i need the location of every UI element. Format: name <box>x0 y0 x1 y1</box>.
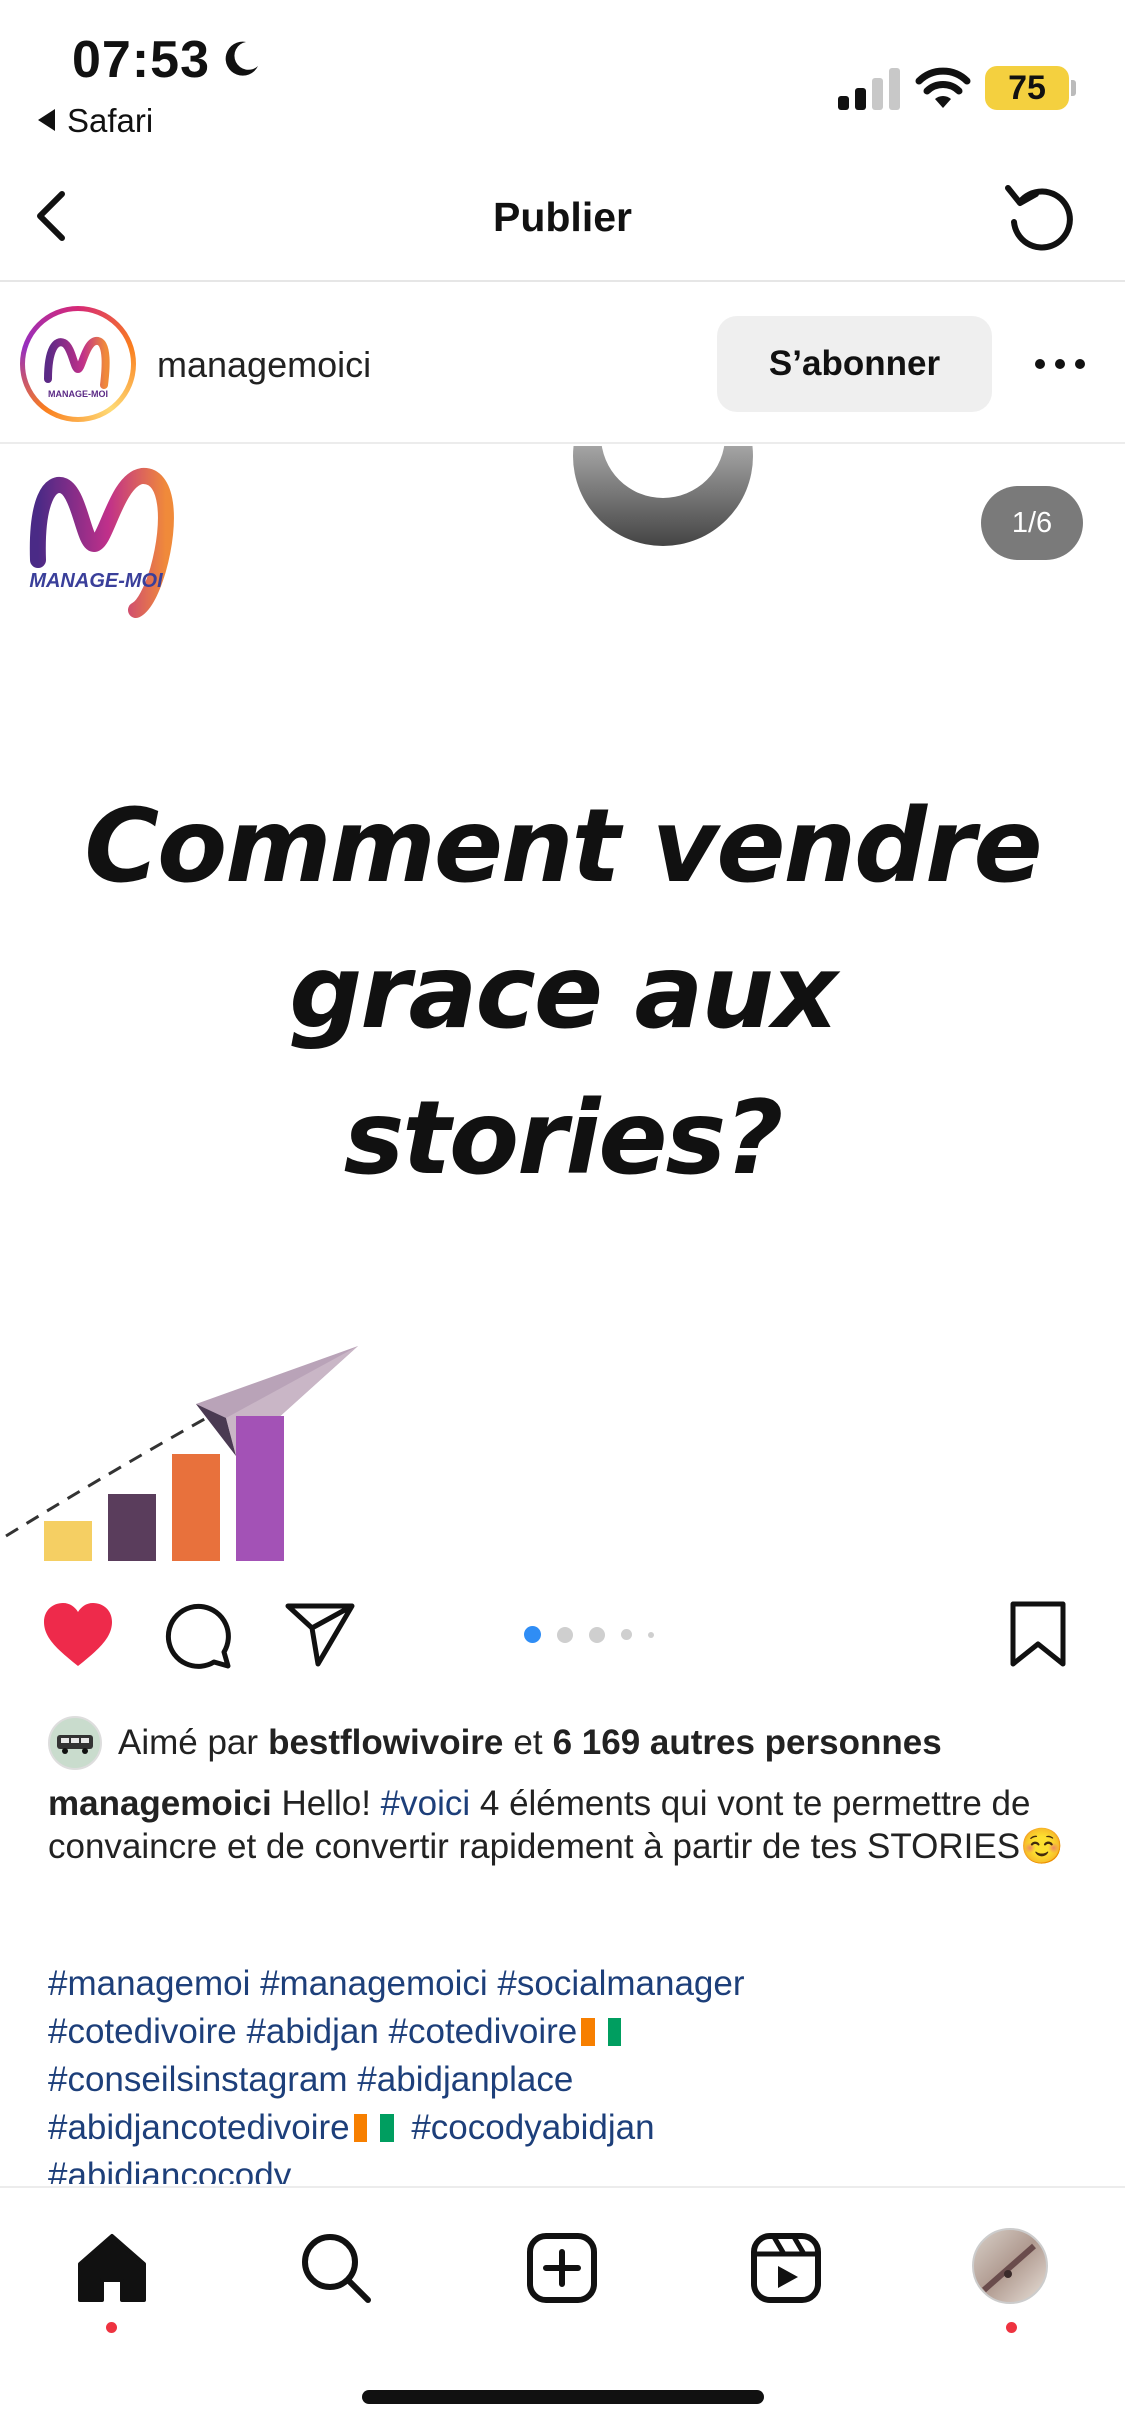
page-title: Publier <box>493 194 632 240</box>
cellular-signal-icon <box>838 68 900 110</box>
likes-summary[interactable]: Aimé par bestflowivoire et 6 169 autres … <box>48 1716 952 1770</box>
home-notification-dot <box>106 2322 117 2333</box>
post-caption: managemoici Hello! #voici 4 éléments qui… <box>48 1782 1088 1868</box>
caption-greeting: Hello! <box>281 1784 371 1823</box>
home-indicator <box>362 2390 764 2404</box>
post-headline: Comment vendre grace aux stories? <box>0 774 1125 1212</box>
ivory-coast-flag-icon <box>353 2107 394 2142</box>
ivory-coast-flag-icon <box>581 2011 622 2046</box>
hashtag-line[interactable]: #managemoi #managemoici #socialmanager <box>48 1960 1088 2008</box>
likes-prefix: Aimé par <box>118 1723 259 1762</box>
likes-joiner: et <box>513 1723 543 1762</box>
post-image[interactable]: MANAGE-MOI 1/6 Comment vendre grace aux … <box>0 446 1125 1571</box>
decorative-ring <box>573 446 753 546</box>
profile-notification-dot <box>1006 2322 1017 2333</box>
home-icon[interactable] <box>72 2228 152 2308</box>
back-triangle-icon <box>38 109 55 131</box>
logo-text: MANAGE-MOI <box>48 389 108 399</box>
back-app-label: Safari <box>67 102 154 139</box>
battery-tip <box>1071 80 1076 96</box>
carousel-dot <box>648 1631 654 1638</box>
hashtags-block: #managemoi #managemoici #socialmanager #… <box>48 1960 1088 2184</box>
moon-icon <box>225 41 258 76</box>
refresh-icon[interactable] <box>1000 176 1080 256</box>
nav-header: Publier <box>0 150 1125 282</box>
status-bar: 07:53 Safari 75 <box>0 0 1125 150</box>
brand-logo-text: MANAGE-MOI <box>29 570 163 592</box>
hashtag-line[interactable]: #abidjancotedivoire #cocodyabidjan <box>48 2104 1088 2152</box>
wifi-icon <box>915 67 971 108</box>
hashtag-line[interactable]: #abidjancocody <box>48 2152 1088 2184</box>
hashtag-line[interactable]: #cotedivoire #abidjan #cotedivoire <box>48 2008 1088 2056</box>
carousel-dot <box>524 1626 541 1643</box>
caption-author[interactable]: managemoici <box>48 1784 272 1823</box>
headline-line: grace aux <box>289 933 838 1052</box>
hashtag-line[interactable]: #conseilsinstagram #abidjanplace <box>48 2056 1088 2104</box>
carousel-dot <box>557 1626 573 1643</box>
carousel-counter: 1/6 <box>981 486 1083 560</box>
brand-logo-large-icon: MANAGE-MOI <box>29 468 174 618</box>
headline-line: Comment vendre <box>84 787 1042 906</box>
clock: 07:53 <box>72 31 210 89</box>
hashtag-text[interactable]: #abidjancotedivoire <box>48 2108 350 2147</box>
comment-icon[interactable] <box>162 1600 234 1672</box>
profile-avatar[interactable] <box>972 2228 1048 2304</box>
author-username[interactable]: managemoici <box>157 344 371 386</box>
likes-others-count[interactable]: 6 169 autres personnes <box>553 1723 942 1763</box>
hashtag-text[interactable]: #cocodyabidjan <box>411 2108 654 2147</box>
reels-icon[interactable] <box>746 2228 826 2308</box>
more-options-icon[interactable] <box>1030 344 1090 384</box>
carousel-dot <box>621 1629 632 1640</box>
caption-hashtag[interactable]: #voici <box>381 1784 470 1823</box>
follow-button[interactable]: S’abonner <box>717 316 992 412</box>
carousel-dot <box>589 1626 605 1643</box>
liker-avatar <box>48 1716 102 1770</box>
search-icon[interactable] <box>296 2228 376 2308</box>
send-icon[interactable] <box>284 1600 356 1670</box>
emoji-smile: ☺️ <box>1020 1827 1064 1866</box>
headline-line: stories? <box>343 1079 784 1198</box>
carousel-indicator <box>524 1626 654 1643</box>
profile-avatar-image <box>982 2243 1036 2293</box>
hashtag-text[interactable]: #cotedivoire #abidjan #cotedivoire <box>48 2012 577 2051</box>
bus-icon <box>57 1735 93 1754</box>
plus-square-icon[interactable] <box>522 2228 602 2308</box>
back-to-app-link[interactable]: Safari <box>38 102 153 140</box>
bookmark-icon[interactable] <box>1008 1600 1068 1670</box>
avatar-logo: MANAGE-MOI <box>25 311 131 417</box>
battery-indicator: 75 <box>985 66 1069 110</box>
post-header: MANAGE-MOI managemoici S’abonner <box>0 284 1125 444</box>
heart-filled-icon[interactable] <box>40 1600 116 1670</box>
author-avatar[interactable]: MANAGE-MOI <box>20 306 136 422</box>
growth-bars-illustration <box>5 1346 358 1561</box>
liker-username[interactable]: bestflowivoire <box>268 1723 503 1763</box>
brand-logo-icon: MANAGE-MOI <box>44 337 110 399</box>
post-actions <box>0 1600 1125 1680</box>
